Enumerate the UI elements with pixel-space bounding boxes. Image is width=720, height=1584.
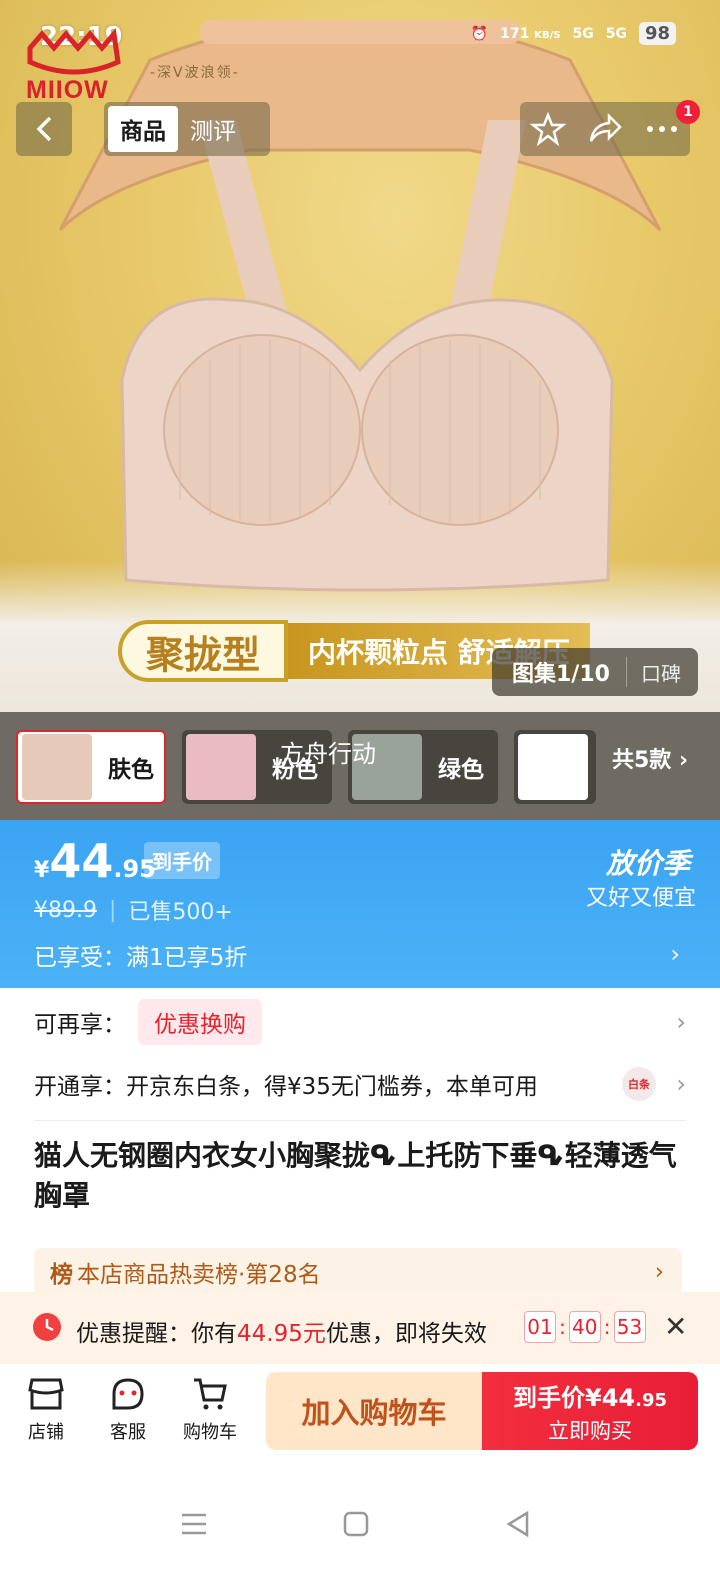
discount-reminder: 优惠提醒：你有44.95元优惠，即将失效 01 : 40 : 53 ✕ [0,1292,720,1364]
brand-logo-text: MIIOW [26,76,109,104]
system-navigation-bar [0,1460,720,1584]
gallery-count-text[interactable]: 图集1/10 [492,657,627,687]
season-subtitle: 又好又便宜 [585,886,696,911]
nav-actions [520,102,690,156]
shop-button[interactable]: 店铺 [6,1374,86,1444]
offer-label: 可再享： [34,1012,126,1038]
status-icons: ⏰ 171 KB/S 5G 5G 98 [471,22,676,45]
tab-product[interactable]: 商品 [108,106,178,152]
notification-badge: 1 [676,100,700,124]
customer-service-icon [112,1378,144,1410]
add-to-cart-button[interactable]: 加入购物车 [266,1372,482,1450]
brand-subtitle: -深V波浪领- [150,65,240,81]
nav-tabs: 商品 测评 [104,102,270,156]
price-old-row: ¥89.9 | 已售500+ [34,894,233,926]
back-nav-icon[interactable] [504,1510,532,1538]
clock-icon [33,1313,61,1341]
offer-row-exchange[interactable]: 可再享： 优惠换购 › [34,996,686,1048]
variant-more-link[interactable]: 共5款 › [612,742,688,774]
variant-thumbnail [518,734,588,800]
network-speed: 171 KB/S [500,25,561,42]
promo-main-text: 聚拢型 [118,620,289,682]
home-icon[interactable] [342,1510,370,1538]
gallery-counter[interactable]: 图集1/10 口碑 [492,648,698,696]
shop-icon [28,1378,64,1410]
menu-icon[interactable] [180,1510,208,1538]
star-favorite-icon[interactable] [530,111,567,147]
variant-thumbnail [22,734,92,800]
offer-baitiao-text: 开通享：开京东白条，得¥35无门槛券，本单可用 [34,1074,538,1100]
price-tag-label: 到手价 [144,842,220,879]
bottom-action-bar: 店铺 客服 购物车 加入购物车 到手价¥44.95 立即购买 [0,1364,720,1460]
chevron-right-icon[interactable]: › [676,1070,686,1098]
chevron-left-icon [36,116,52,142]
chevron-right-icon[interactable]: › [655,1259,664,1285]
countdown-seconds: 53 [613,1311,646,1343]
close-icon[interactable]: ✕ [664,1310,687,1343]
discount-enjoyed-text[interactable]: 已享受：满1已享5折 [34,938,247,972]
cart-button[interactable]: 购物车 [170,1374,250,1444]
variant-white[interactable] [514,730,596,804]
overlay-watermark-text: 方舟行动 [280,740,376,768]
signal-icon: 5G [572,25,594,42]
battery-icon: 98 [638,22,676,45]
chevron-right-icon[interactable]: › [670,940,680,968]
rank-icon: 榜 [50,1262,73,1288]
variant-label: 绿色 [438,757,484,783]
back-button[interactable] [16,102,72,156]
rank-text: 本店商品热卖榜·第28名 [77,1262,321,1288]
rank-row[interactable]: 榜 本店商品热卖榜·第28名 › [34,1248,682,1296]
cart-icon [194,1378,227,1410]
offer-row-baitiao[interactable]: 开通享：开京东白条，得¥35无门槛券，本单可用 白条 › [34,1058,686,1110]
price-original: ¥89.9 [34,897,97,923]
variant-skin[interactable]: 肤色 [16,730,166,804]
customer-service-button[interactable]: 客服 [88,1374,168,1444]
sold-count: 已售500+ [128,900,233,925]
tab-review[interactable]: 测评 [178,106,248,152]
baitiao-icon: 白条 [622,1067,656,1101]
product-hero-image[interactable]: 22:19 ⏰ 171 KB/S 5G 5G 98 MIIOW -深V波浪领- … [0,0,720,712]
countdown-timer: 01 : 40 : 53 [524,1311,646,1343]
price-panel: ¥ 44 .95 到手价 ¥89.9 | 已售500+ 放价季 又好又便宜 已享… [0,820,720,988]
countdown-hours: 01 [524,1311,556,1343]
buy-now-label: 立即购买 [548,1418,632,1443]
share-icon[interactable] [587,111,623,147]
signal-icon-2: 5G [605,25,627,42]
buy-now-button[interactable]: 到手价¥44.95 立即购买 [482,1372,698,1450]
season-title: 放价季 [605,847,690,880]
price-final: ¥ 44 .95 [34,834,156,888]
product-title: 猫人无钢圈内衣女小胸聚拢ᕴ上托防下垂ᕴ轻薄透气胸罩 [34,1139,677,1212]
chevron-right-icon[interactable]: › [676,1008,686,1036]
coupon-exchange-chip[interactable]: 优惠换购 [138,999,262,1045]
alarm-icon: ⏰ [470,25,489,42]
gallery-reviews-tab[interactable]: 口碑 [627,658,695,687]
divider [34,1120,686,1121]
more-icon[interactable] [644,111,680,147]
buy-price-text: 到手价¥44.95 [513,1383,667,1412]
product-detail-page: 22:19 ⏰ 171 KB/S 5G 5G 98 MIIOW -深V波浪领- … [0,0,720,1584]
variant-thumbnail [186,734,256,800]
variant-label: 肤色 [108,757,154,783]
reminder-text: 优惠提醒：你有44.95元优惠，即将失效 [76,1321,487,1347]
countdown-minutes: 40 [568,1311,601,1343]
